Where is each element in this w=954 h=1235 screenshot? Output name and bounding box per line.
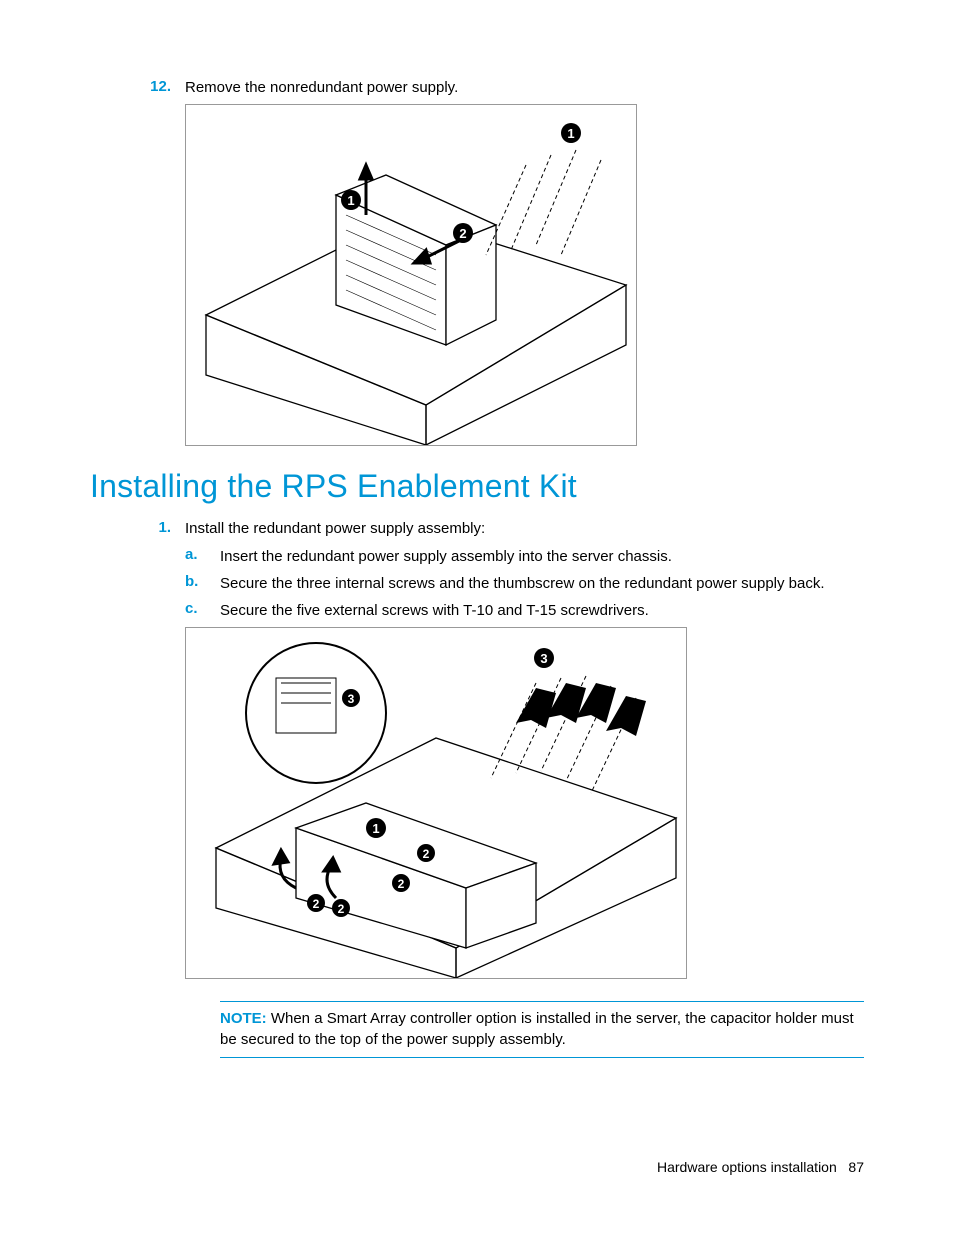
step-text: Install the redundant power supply assem… — [185, 519, 864, 539]
substep-text: Insert the redundant power supply assemb… — [220, 546, 864, 567]
footer-section: Hardware options installation — [657, 1159, 837, 1175]
substep-letter: a. — [185, 546, 220, 567]
svg-text:1: 1 — [372, 821, 379, 836]
substep-text: Secure the five external screws with T-1… — [220, 600, 864, 621]
document-page: 12. Remove the nonredundant power supply… — [0, 0, 954, 1235]
step-12: 12. Remove the nonredundant power supply… — [90, 78, 864, 98]
step-1: 1. Install the redundant power supply as… — [90, 519, 864, 539]
chassis-illustration-icon: 1 2 1 — [186, 105, 636, 445]
note-label: NOTE: — [220, 1010, 267, 1027]
figure-install-rps: 3 1 2 2 2 2 3 — [185, 627, 687, 979]
svg-text:1: 1 — [347, 193, 354, 208]
substep-text: Secure the three internal screws and the… — [220, 573, 864, 594]
rps-install-illustration-icon: 3 1 2 2 2 2 3 — [186, 628, 686, 978]
substep-c: c. Secure the five external screws with … — [185, 600, 864, 621]
svg-text:2: 2 — [313, 897, 320, 911]
svg-text:3: 3 — [540, 651, 547, 666]
svg-text:1: 1 — [567, 126, 574, 141]
substep-letter: b. — [185, 573, 220, 594]
step-text: Remove the nonredundant power supply. — [185, 78, 864, 98]
step-number: 12. — [90, 78, 185, 98]
svg-text:2: 2 — [459, 226, 466, 241]
svg-text:2: 2 — [338, 902, 345, 916]
svg-text:3: 3 — [348, 692, 355, 706]
substep-b: b. Secure the three internal screws and … — [185, 573, 864, 594]
footer-page-number: 87 — [848, 1159, 864, 1175]
note-text: When a Smart Array controller option is … — [220, 1010, 854, 1048]
substep-a: a. Insert the redundant power supply ass… — [185, 546, 864, 567]
note-box: NOTE: When a Smart Array controller opti… — [220, 1001, 864, 1058]
substep-letter: c. — [185, 600, 220, 621]
section-heading: Installing the RPS Enablement Kit — [90, 468, 864, 505]
figure-remove-psu: 1 2 1 — [185, 104, 637, 446]
step-number: 1. — [90, 519, 185, 539]
svg-text:2: 2 — [423, 847, 430, 861]
page-footer: Hardware options installation 87 — [657, 1159, 864, 1175]
svg-text:2: 2 — [398, 877, 405, 891]
